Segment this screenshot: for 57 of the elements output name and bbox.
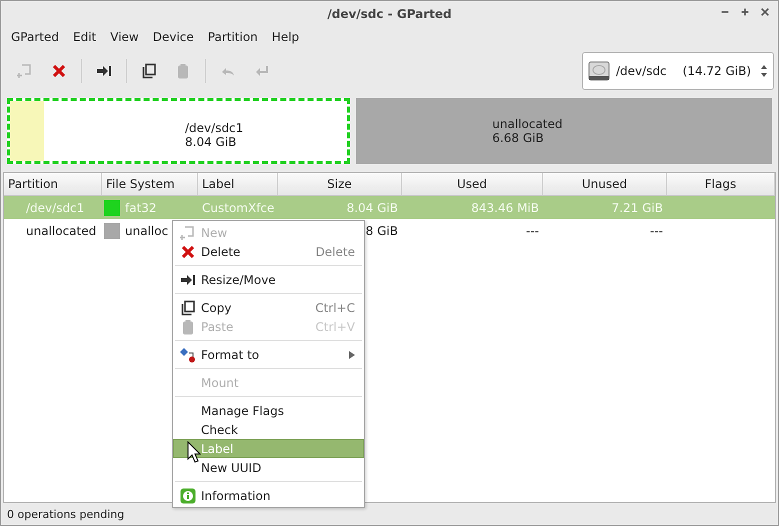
partition-size: 6.68 GiB [492, 131, 545, 145]
paste-icon [180, 318, 196, 334]
column-header[interactable]: Flags [667, 173, 775, 195]
table-cell-text: --- [525, 222, 540, 240]
arrow-to-bar-icon [96, 63, 112, 79]
table-cell-text: 8 GiB [364, 222, 399, 240]
context-menu-item[interactable]: Information [173, 486, 364, 505]
menu-item[interactable]: Device [146, 28, 200, 46]
context-menu-item[interactable]: Delete Delete [173, 242, 364, 261]
column-header[interactable]: Used [402, 173, 543, 195]
copy-icon [141, 63, 157, 79]
device-name: /dev/sdc [616, 64, 667, 78]
column-header[interactable]: Label [198, 173, 278, 195]
context-menu-item[interactable]: Resize/Move [173, 270, 364, 289]
menu-item[interactable]: Edit [67, 28, 102, 46]
device-size: (14.72 GiB) [682, 64, 752, 78]
paste-icon [175, 63, 191, 79]
partition-name: /dev/sdc1 [185, 121, 244, 135]
device-selector[interactable]: /dev/sdc (14.72 GiB) [582, 52, 774, 90]
context-menu-item[interactable]: New UUID [173, 458, 364, 477]
delete-icon [180, 244, 196, 260]
table-cell: 843.46 MiB [402, 196, 543, 219]
context-menu-item[interactable]: Check [173, 420, 364, 439]
menu-item[interactable]: GParted [5, 28, 65, 46]
spin-arrows-icon [760, 63, 768, 79]
context-menu-item[interactable]: Manage Flags [173, 401, 364, 420]
info-icon [180, 488, 196, 504]
partition-block[interactable]: /dev/sdc1 8.04 GiB [7, 98, 350, 164]
copy-icon [180, 300, 196, 316]
status-text: 0 operations pending [7, 508, 124, 520]
column-header[interactable]: Unused [543, 173, 667, 195]
context-menu-item[interactable]: Copy Ctrl+C [173, 298, 364, 317]
column-header[interactable]: Size [278, 173, 402, 195]
menu-item[interactable]: View [104, 28, 145, 46]
column-header[interactable]: Partition [4, 173, 102, 195]
table-cell: unalloc [125, 224, 168, 238]
table-cell: 8.04 GiB [278, 196, 402, 219]
table-cell-text: --- [649, 222, 664, 240]
delete-icon [51, 63, 67, 79]
close-icon[interactable] [760, 7, 770, 17]
mouse-pointer-icon [187, 441, 201, 463]
window-title: /dev/sdc - GParted [327, 6, 452, 20]
maximize-icon[interactable] [740, 7, 750, 17]
partition-name: unallocated [492, 117, 564, 131]
table-cell: fat32 [125, 200, 157, 214]
new-partition-icon [180, 224, 196, 240]
menu-item[interactable]: Help [266, 28, 306, 46]
unallocated-block[interactable]: unallocated 6.68 GiB [356, 98, 772, 164]
menu-item[interactable]: Partition [202, 28, 264, 46]
column-header[interactable]: File System [102, 173, 198, 195]
table-cell: CustomXfce [198, 196, 278, 219]
context-menu-item[interactable]: Format to [173, 345, 364, 364]
new-partition-icon [17, 63, 33, 79]
partition-size: 8.04 GiB [185, 135, 238, 149]
format-icon [180, 346, 196, 362]
table-cell: 7.21 GiB [543, 196, 667, 219]
table-cell[interactable]: unallocated [4, 219, 102, 242]
